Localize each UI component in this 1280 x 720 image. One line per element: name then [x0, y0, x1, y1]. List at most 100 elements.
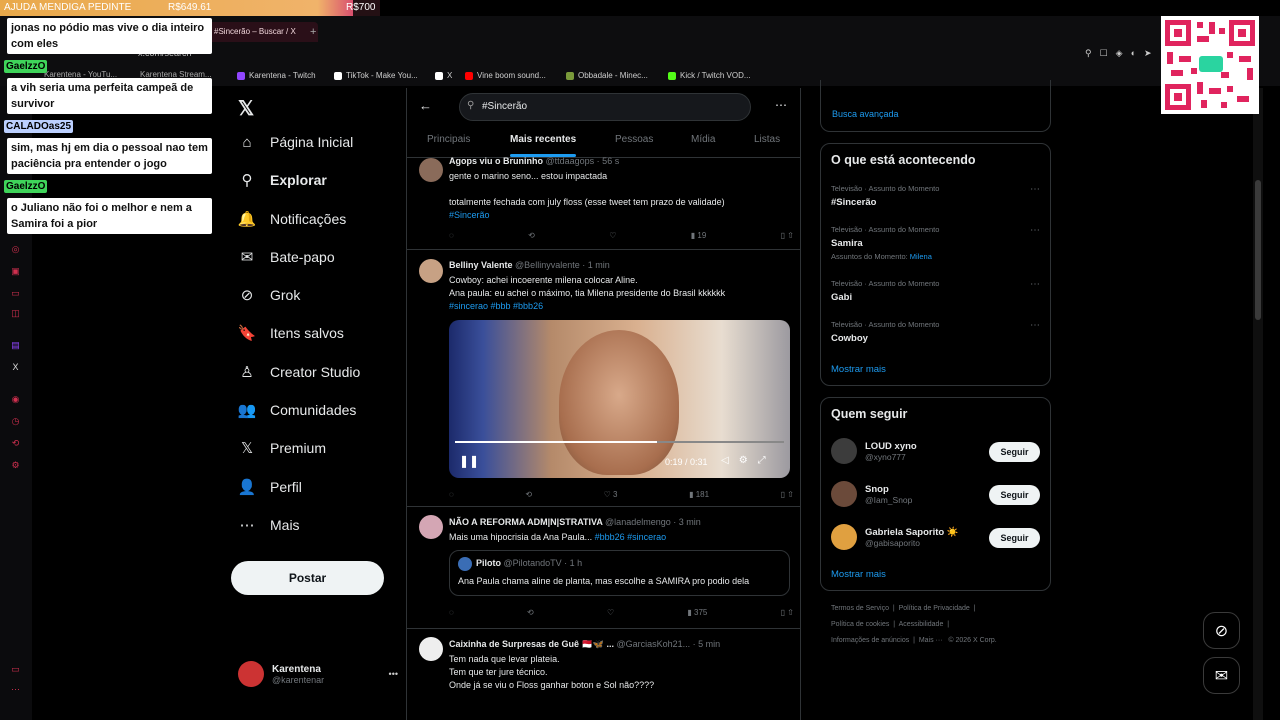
- views-count[interactable]: ▮ 181: [689, 490, 709, 499]
- sidebar-icon[interactable]: ▣: [10, 266, 21, 276]
- profile-name: Karentena: [272, 663, 321, 675]
- follow-button[interactable]: Seguir: [989, 485, 1040, 505]
- follow-button[interactable]: Seguir: [989, 442, 1040, 462]
- trending-card: O que está acontecendo Televisão · Assun…: [820, 143, 1051, 386]
- browser-active-tab[interactable]: #Sincerão – Buscar / X: [208, 22, 318, 42]
- bookmark-icon[interactable]: ▯ ⇧: [781, 231, 794, 240]
- show-more-link[interactable]: Mostrar mais: [831, 569, 886, 580]
- like-icon[interactable]: ♡ 3: [604, 490, 618, 499]
- bookmark-twitch[interactable]: Karentena - Twitch: [237, 71, 316, 80]
- pause-icon[interactable]: ❚❚: [459, 454, 479, 468]
- tab-mais-recentes[interactable]: Mais recentes: [510, 134, 576, 145]
- follow-suggestion[interactable]: Snop @Iam_Snop: [831, 481, 912, 507]
- reply-icon[interactable]: ◌: [449, 608, 454, 617]
- sidebar-icon[interactable]: ⟲: [10, 438, 21, 448]
- retweet-icon[interactable]: ⟲: [525, 490, 532, 499]
- tweet-actions: ◌ ⟲ ♡ ▮ 19 ▯ ⇧: [449, 231, 794, 240]
- search-input[interactable]: #Sincerão: [459, 93, 751, 121]
- grok-icon: ⊘: [240, 287, 254, 304]
- sidebar-icon[interactable]: ▭: [10, 664, 21, 674]
- tab-listas[interactable]: Listas: [754, 134, 780, 145]
- bookmark-tiktok[interactable]: TikTok - Make You...: [334, 71, 418, 80]
- show-more-link[interactable]: Mostrar mais: [831, 364, 886, 375]
- bookmark-kick[interactable]: Kick / Twitch VOD...: [668, 71, 751, 80]
- nav-item-mais[interactable]: ⋯ Mais: [238, 516, 300, 534]
- nav-item-itens-salvos[interactable]: 🔖 Itens salvos: [238, 324, 344, 342]
- tweet-text-line: gente o marino seno... estou impactada: [449, 171, 608, 181]
- bookmark-x[interactable]: X: [435, 71, 452, 80]
- retweet-icon[interactable]: ⟲: [527, 608, 534, 617]
- more-icon[interactable]: ⋯: [1030, 225, 1040, 236]
- views-count[interactable]: ▮ 375: [687, 608, 707, 617]
- trend-item[interactable]: Televisão · Assunto do Momento Cowboy: [831, 320, 939, 344]
- back-arrow-icon[interactable]: ←: [419, 98, 432, 113]
- nav-item-grok[interactable]: ⊘ Grok: [238, 286, 301, 304]
- post-button[interactable]: Postar: [231, 561, 384, 595]
- avatar: [238, 661, 264, 687]
- tweet-author: Caixinha de Surpresas de Guê 🇲🇨🦋 ... @Ga…: [449, 639, 721, 649]
- x-icon[interactable]: X: [10, 362, 21, 372]
- twitch-icon[interactable]: ▤: [10, 340, 21, 350]
- communities-icon: 👥: [237, 402, 257, 419]
- bookmark-icon[interactable]: ▯ ⇧: [781, 608, 794, 617]
- tweet[interactable]: Agops viu o Bruninho @ttdaagops · 56 s g…: [407, 154, 800, 250]
- tweet[interactable]: Caixinha de Surpresas de Guê 🇲🇨🦋 ... @Ga…: [407, 629, 800, 720]
- follow-suggestion[interactable]: Gabriela Saporito ☀️ @gabisaporito: [831, 524, 959, 550]
- messages-fab-button[interactable]: ✉: [1203, 657, 1240, 694]
- bookmark-icon[interactable]: ▯ ⇧: [781, 490, 794, 499]
- gear-icon[interactable]: ⚙: [10, 460, 21, 470]
- tab-midia[interactable]: Mídia: [691, 134, 715, 145]
- more-icon[interactable]: •••: [389, 669, 398, 679]
- tab-pessoas[interactable]: Pessoas: [615, 134, 653, 145]
- nav-item-comunidades[interactable]: 👥 Comunidades: [237, 401, 357, 419]
- nav-item-perfil[interactable]: 👤 Perfil: [238, 478, 302, 496]
- follow-button[interactable]: Seguir: [989, 528, 1040, 548]
- more-icon[interactable]: ⋯: [775, 98, 787, 112]
- avatar: [419, 637, 443, 661]
- views-count[interactable]: ▮ 19: [691, 231, 707, 240]
- sidebar-icon[interactable]: ◉: [10, 394, 21, 404]
- nav-item-premium[interactable]: 𝕏 Premium: [238, 439, 326, 457]
- tweet-hashtags[interactable]: #sincerao #bbb #bbb26: [449, 300, 789, 313]
- nav-item-creator-studio[interactable]: ♙ Creator Studio: [238, 363, 360, 381]
- like-icon[interactable]: ♡: [607, 608, 614, 617]
- tweet[interactable]: NÃO A REFORMA ADM|N|STRATIVA @lanadelmen…: [407, 507, 800, 629]
- trend-item[interactable]: Televisão · Assunto do Momento #Sincerão: [831, 184, 939, 208]
- account-switcher[interactable]: Karentena @karentenar •••: [238, 657, 398, 691]
- scrollbar[interactable]: [1253, 88, 1263, 720]
- sidebar-icon[interactable]: ▭: [10, 288, 21, 298]
- trend-item[interactable]: Televisão · Assunto do Momento Samira Assu…: [831, 225, 939, 261]
- bookmark-vine[interactable]: Vine boom sound...: [465, 71, 546, 80]
- quoted-tweet[interactable]: Piloto @PilotandoTV · 1 h Ana Paula cham…: [449, 550, 790, 596]
- chat-message: o Juliano não foi o melhor e nem a Samir…: [7, 198, 212, 234]
- retweet-icon[interactable]: ⟲: [528, 231, 535, 240]
- video-player[interactable]: ❚❚ 0:19 / 0:31 ◁⚙⤢: [449, 320, 790, 478]
- reply-icon[interactable]: ◌: [449, 231, 454, 240]
- nav-item-p-gina-inicial[interactable]: ⌂ Página Inicial: [238, 133, 353, 151]
- scrollbar-thumb[interactable]: [1255, 180, 1261, 320]
- new-tab-icon[interactable]: +: [310, 26, 316, 38]
- grok-fab-button[interactable]: ⊘: [1203, 612, 1240, 649]
- more-icon[interactable]: ⋯: [1030, 320, 1040, 331]
- more-icon[interactable]: ⋯: [1030, 184, 1040, 195]
- like-icon[interactable]: ♡: [609, 231, 616, 240]
- nav-item-notifica-es[interactable]: 🔔 Notificações: [238, 210, 347, 228]
- browser-toolbar-icons[interactable]: ⚲☐◈◐➤: [1085, 48, 1160, 59]
- creator-icon: ♙: [240, 364, 254, 381]
- x-logo-icon[interactable]: 𝕏: [238, 96, 254, 121]
- nav-item-bate-papo[interactable]: ✉ Bate-papo: [238, 248, 335, 266]
- tweet-hashtags[interactable]: #Sincerão: [449, 209, 789, 222]
- clock-icon[interactable]: ◷: [10, 416, 21, 426]
- advanced-search-link[interactable]: Busca avançada: [832, 109, 899, 119]
- follow-suggestion[interactable]: LOUD xyno @xyno777: [831, 438, 917, 464]
- tab-principais[interactable]: Principais: [427, 134, 470, 145]
- tweet[interactable]: Belliny Valente @Bellinyvalente · 1 min …: [407, 250, 800, 507]
- trend-item[interactable]: Televisão · Assunto do Momento Gabi: [831, 279, 939, 303]
- reply-icon[interactable]: ◌: [449, 490, 454, 499]
- video-controls-icons[interactable]: ◁⚙⤢: [721, 455, 776, 466]
- nav-item-explorar[interactable]: ⚲ Explorar: [238, 171, 327, 189]
- more-icon[interactable]: ⋯: [10, 684, 21, 694]
- bookmark-minecraft[interactable]: Obbadale - Minec...: [566, 71, 648, 80]
- more-icon[interactable]: ⋯: [1030, 279, 1040, 290]
- sidebar-icon[interactable]: ◫: [10, 308, 21, 318]
